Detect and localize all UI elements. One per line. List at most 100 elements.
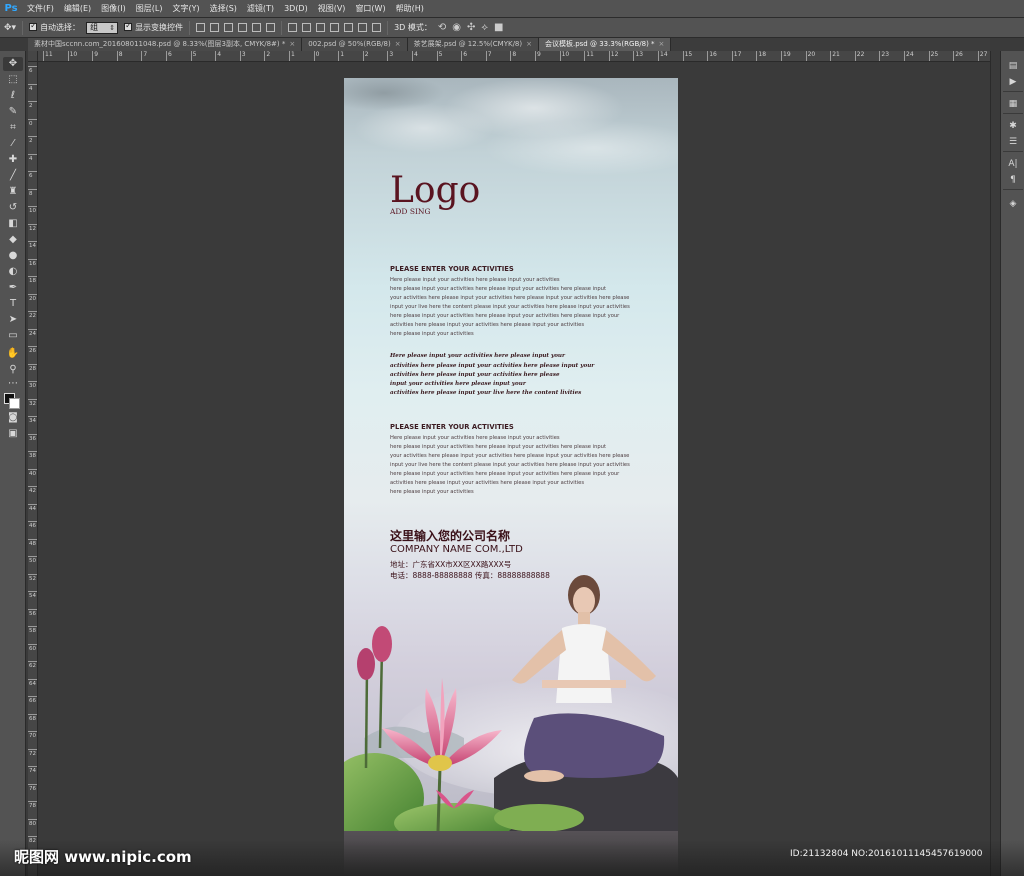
watermark-site: 昵图网 www.nipic.com xyxy=(14,848,192,866)
menu-help[interactable]: 帮助(H) xyxy=(391,0,429,18)
watermark-id: ID:21132804 NO:20161011145457619000 xyxy=(790,849,983,859)
background-color-swatch[interactable] xyxy=(9,398,20,409)
adjustments-icon[interactable]: ☰ xyxy=(1004,135,1022,149)
distribute-hcenter-icon[interactable] xyxy=(344,23,354,32)
menu-image[interactable]: 图像(I) xyxy=(96,0,131,18)
ruler-label: 6 xyxy=(168,51,172,58)
ruler-tick xyxy=(28,626,37,627)
history-panel-icon[interactable]: ▤ xyxy=(1004,59,1022,73)
brush-icon[interactable]: ╱ xyxy=(3,169,23,183)
vertical-ruler[interactable]: 6 4 2 0 2 4 6 8 10 12 14 16 18 20 22 24 26 28 30 32 34 36 38 40… xyxy=(28,62,38,876)
ruler-label: 16 xyxy=(709,51,717,58)
history-brush-icon[interactable]: ↺ xyxy=(3,201,23,215)
more-tools-icon[interactable]: ⋯ xyxy=(3,377,23,391)
canvas-area[interactable]: Logo ADD SING PLEASE ENTER YOUR ACTIVITI… xyxy=(38,62,990,876)
ruler-tick xyxy=(461,51,463,61)
tab-document-3[interactable]: 茶艺展架.psd @ 12.5%(CMYK/8) × xyxy=(407,38,539,51)
tab-document-4[interactable]: 会议模板.psd @ 33.3%(RGB/8) * × xyxy=(538,38,672,51)
script-line: activities here please input your live h… xyxy=(390,390,582,396)
3d-slide-icon[interactable]: ⟡ xyxy=(481,22,488,33)
distribute-vcenter-icon[interactable] xyxy=(302,23,312,32)
menu-type[interactable]: 文字(Y) xyxy=(167,0,204,18)
show-transform-checkbox[interactable]: 显示变换控件 xyxy=(124,21,183,33)
ruler-label: 8 xyxy=(512,51,517,58)
align-vcenter-icon[interactable] xyxy=(210,23,220,32)
ruler-label: 4 xyxy=(29,155,33,162)
ruler-origin[interactable] xyxy=(28,51,38,62)
align-right-icon[interactable] xyxy=(266,23,276,32)
menu-filter[interactable]: 滤镜(T) xyxy=(242,0,279,18)
dock-separator xyxy=(1003,189,1023,190)
move-icon[interactable]: ✥ xyxy=(3,57,23,71)
layer-comps-icon[interactable]: ▦ xyxy=(1004,97,1022,111)
distribute-right-icon[interactable] xyxy=(358,23,368,32)
menu-file[interactable]: 文件(F) xyxy=(22,0,59,18)
path-select-icon[interactable]: ➤ xyxy=(3,313,23,327)
move-tool-preset-icon[interactable]: ✥▾ xyxy=(4,18,16,38)
3d-roll-icon[interactable]: ◉ xyxy=(452,22,461,33)
blur-icon[interactable]: ● xyxy=(3,249,23,263)
menu-select[interactable]: 选择(S) xyxy=(205,0,242,18)
rectangle-icon[interactable]: ▭ xyxy=(3,329,23,343)
dodge-icon[interactable]: ◐ xyxy=(3,265,23,279)
paint-bucket-icon[interactable]: ◆ xyxy=(3,233,23,247)
ruler-tick xyxy=(28,678,37,680)
quick-select-icon[interactable]: ✎ xyxy=(3,105,23,119)
auto-select-dropdown[interactable]: 组 xyxy=(86,21,119,34)
actions-panel-icon[interactable]: ▶ xyxy=(1004,75,1022,89)
ruler-label: 26 xyxy=(955,51,963,58)
crop-icon[interactable]: ⌗ xyxy=(3,121,23,135)
checkbox-icon xyxy=(29,21,38,31)
vertical-scrollbar[interactable] xyxy=(990,51,1000,876)
tab-document-1[interactable]: 素材中国sccnn.com_201608011048.psd @ 8.33%(图… xyxy=(28,38,303,51)
menu-view[interactable]: 视图(V) xyxy=(313,0,351,18)
lotus-stem xyxy=(436,767,442,831)
3d-scale-icon[interactable]: ■ xyxy=(494,22,503,33)
distribute-bottom-icon[interactable] xyxy=(316,23,326,32)
eyedropper-icon[interactable]: ⁄ xyxy=(3,137,23,151)
clone-stamp-icon[interactable]: ♜ xyxy=(3,185,23,199)
horizontal-ruler[interactable]: 11 10 9 8 7 6 5 4 3 2 1 0 1 2 3 4 5 6 7 8 9 10 11 12 13 14 15 16 17 1… xyxy=(38,51,990,62)
menu-window[interactable]: 窗口(W) xyxy=(350,0,390,18)
ruler-tick xyxy=(805,51,807,61)
align-hcenter-icon[interactable] xyxy=(252,23,262,32)
ruler-tick xyxy=(28,643,37,645)
type-icon[interactable]: T xyxy=(3,297,23,311)
tab-document-2[interactable]: 002.psd @ 50%(RGB/8) × xyxy=(302,38,408,51)
ruler-tick xyxy=(239,51,241,61)
distribute-top-icon[interactable] xyxy=(288,23,298,32)
close-icon[interactable]: × xyxy=(659,38,665,51)
quick-mask-icon[interactable]: ◙ xyxy=(3,411,23,425)
3d-panel-icon[interactable]: ◈ xyxy=(1004,197,1022,211)
align-left-icon[interactable] xyxy=(238,23,248,32)
menu-3d[interactable]: 3D(D) xyxy=(279,0,313,18)
ruler-tick xyxy=(264,51,266,61)
3d-pan-icon[interactable]: ✣ xyxy=(467,22,475,33)
poster-document[interactable]: Logo ADD SING PLEASE ENTER YOUR ACTIVITI… xyxy=(344,78,678,831)
align-bottom-icon[interactable] xyxy=(224,23,234,32)
ruler-label: 38 xyxy=(29,453,36,459)
close-icon[interactable]: × xyxy=(395,38,401,51)
healing-brush-icon[interactable]: ✚ xyxy=(3,153,23,167)
close-icon[interactable]: × xyxy=(526,38,532,51)
auto-select-checkbox[interactable]: 自动选择： xyxy=(29,21,80,33)
marquee-icon[interactable]: ⬚ xyxy=(3,73,23,87)
character-panel-icon[interactable]: A| xyxy=(1004,157,1022,171)
close-icon[interactable]: × xyxy=(289,38,295,51)
paragraph-panel-icon[interactable]: ¶ xyxy=(1004,173,1022,187)
hand-icon[interactable]: ✋ xyxy=(3,347,23,361)
distribute-left-icon[interactable] xyxy=(330,23,340,32)
menu-edit[interactable]: 编辑(E) xyxy=(59,0,96,18)
menu-layer[interactable]: 图层(L) xyxy=(131,0,168,18)
eraser-icon[interactable]: ◧ xyxy=(3,217,23,231)
3d-rotate-icon[interactable]: ⟲ xyxy=(438,22,446,33)
auto-align-icon[interactable] xyxy=(372,23,382,32)
brush-presets-icon[interactable]: ✱ xyxy=(1004,119,1022,133)
zoom-icon[interactable]: ⚲ xyxy=(3,363,23,377)
ruler-tick xyxy=(289,51,290,61)
screen-mode-icon[interactable]: ▣ xyxy=(3,427,23,441)
section-1-title: PLEASE ENTER YOUR ACTIVITIES xyxy=(390,265,514,273)
lasso-icon[interactable]: ℓ xyxy=(3,89,23,103)
align-top-icon[interactable] xyxy=(196,23,206,32)
pen-icon[interactable]: ✒ xyxy=(3,281,23,295)
